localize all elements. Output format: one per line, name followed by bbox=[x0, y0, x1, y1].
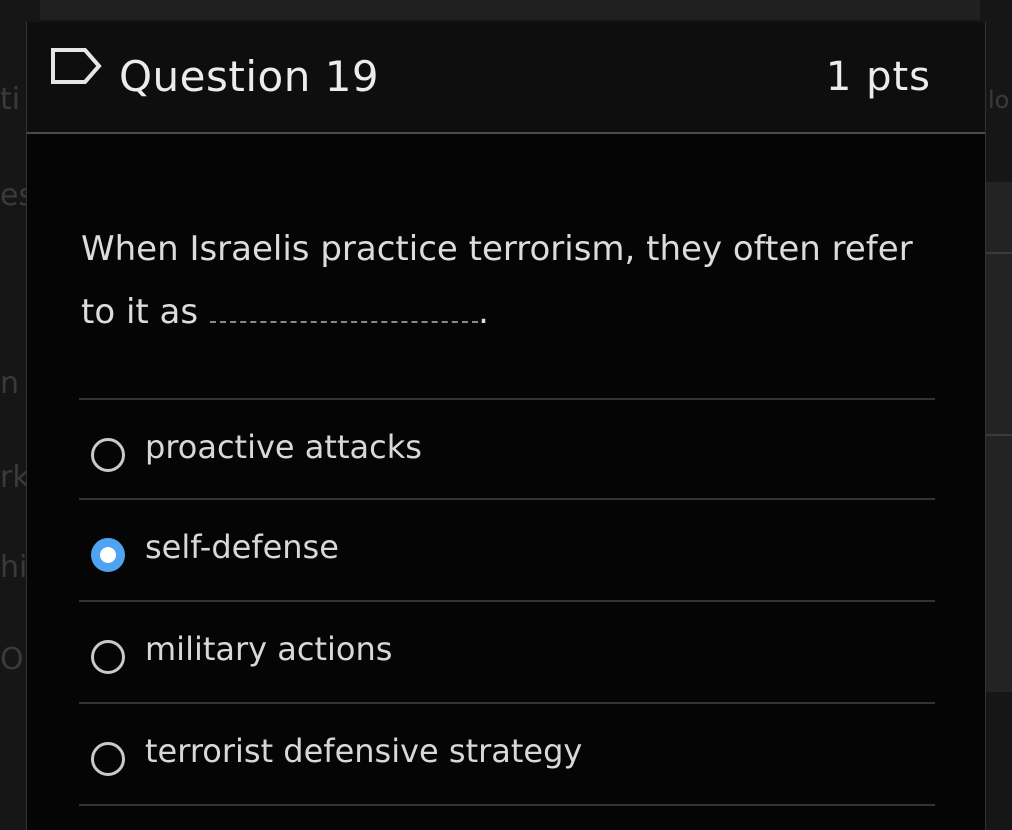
answer-option[interactable]: terrorist defensive strategy bbox=[79, 704, 935, 806]
fill-in-blank bbox=[210, 293, 479, 323]
question-title: Question 19 bbox=[119, 52, 380, 101]
background-text-fragment: lo bbox=[988, 86, 1010, 114]
answer-label: terrorist defensive strategy bbox=[145, 732, 583, 770]
question-card: Question 19 1 pts When Israelis practice… bbox=[26, 22, 986, 830]
answer-label: proactive attacks bbox=[145, 428, 422, 466]
background-text-fragment: O bbox=[0, 642, 24, 677]
answer-list: proactive attacks self-defense military … bbox=[79, 398, 935, 806]
question-points: 1 pts bbox=[825, 54, 931, 100]
question-prompt: When Israelis practice terrorism, they o… bbox=[81, 218, 921, 344]
answer-option[interactable]: military actions bbox=[79, 602, 935, 704]
flag-outline-icon[interactable] bbox=[49, 46, 103, 86]
radio-button-selected[interactable] bbox=[91, 538, 125, 572]
radio-button[interactable] bbox=[91, 742, 125, 776]
answer-option[interactable]: self-defense bbox=[79, 500, 935, 602]
right-side-panel bbox=[985, 182, 1012, 692]
question-header: Question 19 1 pts bbox=[27, 22, 985, 134]
answer-option[interactable]: proactive attacks bbox=[79, 398, 935, 500]
right-panel-divider bbox=[985, 434, 1012, 436]
radio-button[interactable] bbox=[91, 438, 125, 472]
top-strip bbox=[40, 0, 980, 20]
background-text-fragment: n bbox=[0, 366, 20, 401]
answer-label: military actions bbox=[145, 630, 393, 668]
radio-button[interactable] bbox=[91, 640, 125, 674]
right-panel-divider bbox=[985, 252, 1012, 254]
background-text-fragment: ti bbox=[0, 82, 21, 117]
answer-label: self-defense bbox=[145, 528, 339, 566]
question-text-end: . bbox=[478, 292, 489, 332]
question-text: When Israelis practice terrorism, they o… bbox=[81, 229, 913, 332]
background-text-fragment: hi bbox=[0, 550, 28, 585]
